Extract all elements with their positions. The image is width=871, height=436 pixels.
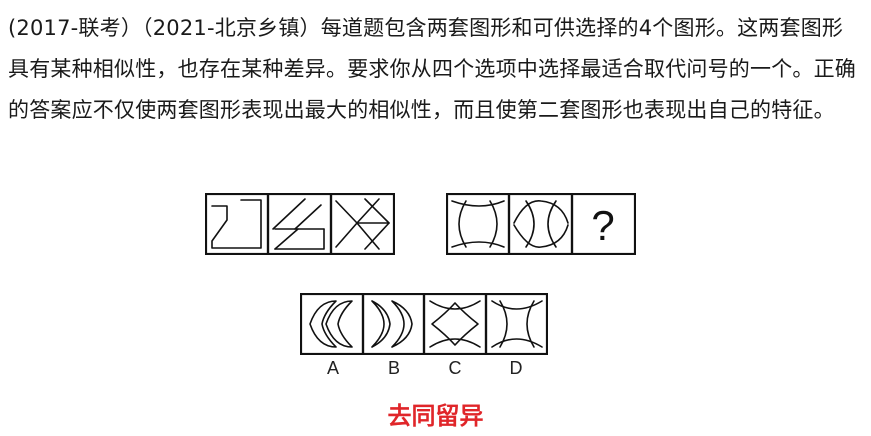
answer-hint: 去同留异 <box>387 402 484 430</box>
question-text: (2017-联考）（2021-北京乡镇）每道题包含两套图形和可供选择的4个图形。… <box>8 16 856 122</box>
option-c-label[interactable]: C <box>440 358 470 379</box>
set2-figure-1 <box>446 193 511 255</box>
set2-figure-3: ? <box>570 193 636 255</box>
figure-set-1 <box>205 193 395 255</box>
option-a-label[interactable]: A <box>318 358 348 379</box>
option-a-figure[interactable] <box>300 293 365 355</box>
option-d-label[interactable]: D <box>501 358 531 379</box>
set2-figure-2 <box>507 193 574 255</box>
question-mark: ? <box>591 202 614 249</box>
options-row <box>300 293 548 355</box>
set1-figure-3 <box>329 193 395 255</box>
option-b-figure[interactable] <box>361 293 426 355</box>
option-c-figure[interactable] <box>422 293 488 355</box>
set1-figure-2 <box>266 193 333 255</box>
option-d-figure[interactable] <box>484 293 548 355</box>
option-b-label[interactable]: B <box>379 358 409 379</box>
figure-set-2: ? <box>446 193 636 255</box>
set1-figure-1 <box>205 193 270 255</box>
